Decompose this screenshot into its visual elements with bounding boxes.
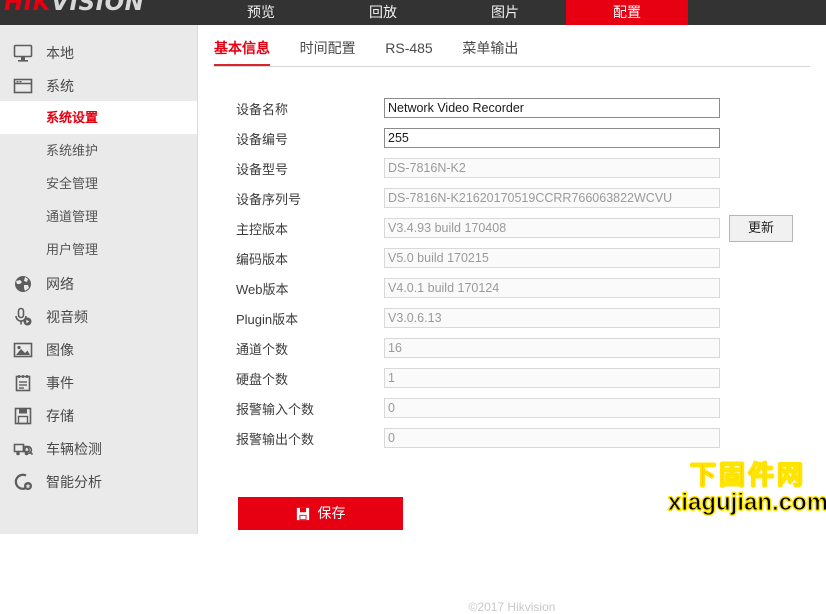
tab-rs485[interactable]: RS-485	[385, 33, 432, 63]
top-tab-preview[interactable]: 预览	[200, 0, 322, 25]
input-firmware-version	[384, 218, 720, 238]
field-row-firmware-version: 主控版本 更新	[198, 215, 826, 245]
top-navigation: 预览 回放 图片 配置	[200, 0, 688, 25]
sidebar-label-system: 系统	[46, 77, 74, 94]
save-button[interactable]: 保存	[238, 497, 403, 530]
label-firmware-version: 主控版本	[236, 222, 289, 237]
sidebar-subitem-channel-management[interactable]: 通道管理	[0, 200, 197, 233]
sidebar-item-audio-video[interactable]: 视音频	[0, 299, 197, 332]
input-device-no[interactable]	[384, 128, 720, 148]
input-alarm-out-count	[384, 428, 720, 448]
sidebar-item-smart-analysis[interactable]: 智能分析	[0, 464, 197, 497]
top-bar: HIKVISION 预览 回放 图片 配置	[0, 0, 826, 25]
globe-icon	[12, 273, 34, 295]
floppy-disk-icon	[12, 405, 34, 427]
input-device-name[interactable]	[384, 98, 720, 118]
label-device-name: 设备名称	[236, 102, 289, 117]
sidebar-subitem-system-settings[interactable]: 系统设置	[0, 101, 197, 134]
sidebar-item-storage[interactable]: 存储	[0, 398, 197, 431]
field-row-device-no: 设备编号	[198, 125, 826, 155]
sidebar-subitem-security-management[interactable]: 安全管理	[0, 167, 197, 200]
label-web-version: Web版本	[236, 282, 289, 297]
content-tab-row: 基本信息 时间配置 RS-485 菜单输出	[214, 33, 826, 67]
footer-copyright: ©2017 Hikvision	[468, 600, 556, 614]
input-encoding-version	[384, 248, 720, 268]
field-row-serial-no: 设备序列号	[198, 185, 826, 215]
input-channel-count	[384, 338, 720, 358]
app-window: HIKVISION 预览 回放 图片 配置 本地 系统 系统设置 系统维护 安全管理 …	[0, 0, 826, 614]
sidebar-label-vehicle: 存储	[46, 407, 74, 424]
label-serial-no: 设备序列号	[236, 192, 302, 207]
sidebar-label-network: 网络	[46, 275, 74, 292]
sidebar-item-vehicle-detection[interactable]: 车辆检测	[0, 431, 197, 464]
field-row-hdd-count: 硬盘个数	[198, 365, 826, 395]
input-plugin-version	[384, 308, 720, 328]
sidebar-item-event[interactable]: 事件	[0, 365, 197, 398]
label-alarm-out-count: 报警输出个数	[236, 432, 315, 447]
logo-hik: HIK	[4, 0, 52, 16]
picture-icon	[12, 339, 34, 361]
label-channel-count: 通道个数	[236, 342, 289, 357]
input-alarm-in-count	[384, 398, 720, 418]
label-encoding-version: 编码版本	[236, 252, 289, 267]
input-device-model	[384, 158, 720, 178]
sidebar-subitem-system-maintenance[interactable]: 系统维护	[0, 134, 197, 167]
update-button[interactable]: 更新	[729, 215, 793, 242]
smart-analysis-icon	[12, 471, 34, 493]
label-device-no: 设备编号	[236, 132, 289, 147]
label-device-model: 设备型号	[236, 162, 289, 177]
sidebar-label-smart-analysis: 智能分析	[46, 473, 102, 490]
tab-basic-info[interactable]: 基本信息	[214, 33, 270, 67]
monitor-icon	[12, 42, 34, 64]
top-tab-picture[interactable]: 图片	[444, 0, 566, 25]
input-hdd-count	[384, 368, 720, 388]
sidebar-subitem-user-management[interactable]: 用户管理	[0, 233, 197, 266]
basic-info-form: 设备名称 设备编号 设备型号 设备序列号 主控版本 更新 编码版	[198, 95, 826, 614]
sidebar-item-local[interactable]: 本地	[0, 35, 197, 68]
vehicle-detect-icon	[12, 438, 34, 460]
tab-divider	[214, 66, 810, 67]
sidebar-label-event: 事件	[46, 374, 74, 391]
save-button-label: 保存	[317, 505, 346, 521]
label-alarm-in-count: 报警输入个数	[236, 402, 315, 417]
field-row-web-version: Web版本	[198, 275, 826, 305]
sidebar-item-system[interactable]: 系统	[0, 68, 197, 101]
field-row-device-model: 设备型号	[198, 155, 826, 185]
tab-time-config[interactable]: 时间配置	[300, 33, 356, 63]
hikvision-logo: HIKVISION	[4, 0, 144, 16]
top-tab-configuration[interactable]: 配置	[566, 0, 688, 25]
content-tabs: 基本信息 时间配置 RS-485 菜单输出	[214, 33, 826, 68]
clipboard-icon	[12, 372, 34, 394]
sidebar-label-audio-video: 视音频	[46, 308, 88, 325]
label-hdd-count: 硬盘个数	[236, 372, 289, 387]
sidebar: 本地 系统 系统设置 系统维护 安全管理 通道管理 用户管理 网络 视音频 图像	[0, 25, 198, 534]
input-web-version	[384, 278, 720, 298]
field-row-encoding-version: 编码版本	[198, 245, 826, 275]
input-serial-no	[384, 188, 720, 208]
field-row-alarm-in-count: 报警输入个数	[198, 395, 826, 425]
sidebar-label-image: 图像	[46, 341, 74, 358]
field-row-device-name: 设备名称	[198, 95, 826, 125]
save-floppy-icon	[296, 507, 310, 521]
content-area: 基本信息 时间配置 RS-485 菜单输出 设备名称 设备编号 设备型号 设备	[198, 25, 826, 614]
sidebar-label-storage: 车辆检测	[46, 440, 102, 457]
top-tab-playback[interactable]: 回放	[322, 0, 444, 25]
sidebar-item-image[interactable]: 图像	[0, 332, 197, 365]
sidebar-label-local: 本地	[46, 44, 74, 61]
window-icon	[12, 75, 34, 97]
logo-vision: VISION	[51, 0, 145, 16]
field-row-channel-count: 通道个数	[198, 335, 826, 365]
field-row-alarm-out-count: 报警输出个数	[198, 425, 826, 455]
label-plugin-version: Plugin版本	[236, 312, 299, 327]
field-row-plugin-version: Plugin版本	[198, 305, 826, 335]
tab-menu-output[interactable]: 菜单输出	[462, 33, 518, 63]
sidebar-item-network[interactable]: 网络	[0, 266, 197, 299]
audio-video-icon	[12, 306, 34, 328]
